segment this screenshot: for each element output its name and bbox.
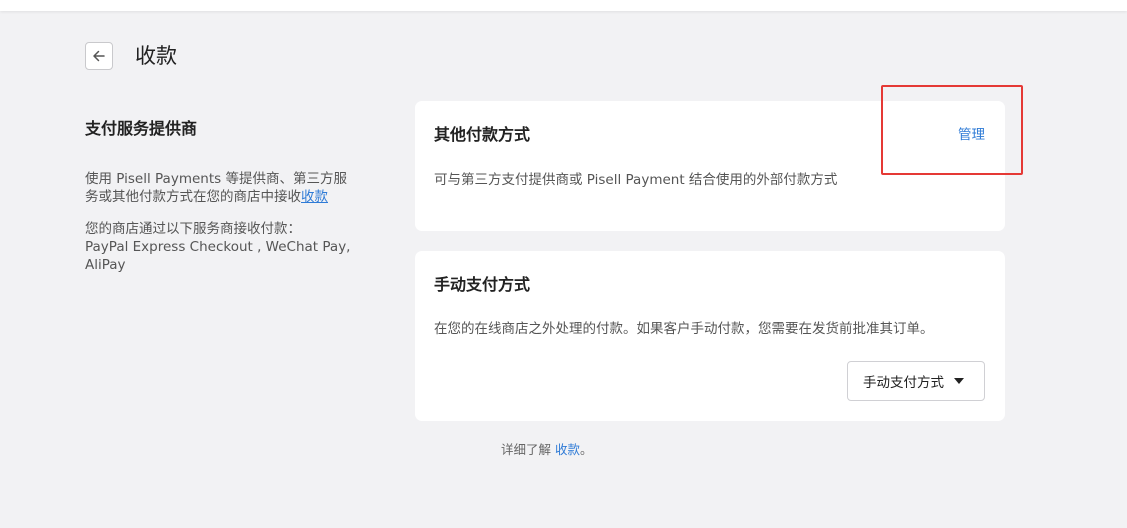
card-title: 手动支付方式 (434, 275, 531, 294)
page-title: 收款 (135, 44, 177, 68)
section-description: 使用 Pisell Payments 等提供商、第三方服务或其他付款方式在您的商… (85, 170, 360, 206)
providers-list: PayPal Express Checkout , WeChat Pay, Al… (85, 239, 351, 273)
providers-info: 您的商店通过以下服务商接收付款： PayPal Express Checkout… (85, 220, 360, 274)
card-title: 其他付款方式 (434, 125, 531, 144)
learn-more-suffix: 。 (580, 442, 593, 457)
payment-providers-section: 支付服务提供商 使用 Pisell Payments 等提供商、第三方服务或其他… (85, 118, 360, 274)
manage-link[interactable]: 管理 (958, 123, 985, 143)
learn-more-text: 详细了解 (501, 442, 555, 457)
caret-down-icon (954, 378, 964, 384)
learn-more-note: 详细了解 收款。 (501, 441, 593, 459)
arrow-left-icon (93, 50, 105, 62)
section-heading: 支付服务提供商 (85, 119, 198, 138)
back-button[interactable] (85, 42, 113, 70)
other-payment-methods-card: 其他付款方式 管理 可与第三方支付提供商或 Pisell Payment 结合使… (415, 101, 1005, 231)
top-bar (0, 0, 1127, 11)
dropdown-label: 手动支付方式 (863, 375, 944, 391)
learn-more-link[interactable]: 收款 (555, 442, 580, 457)
payments-link[interactable]: 收款 (301, 189, 328, 205)
manual-payment-methods-card: 手动支付方式 在您的在线商店之外处理的付款。如果客户手动付款，您需要在发货前批准… (415, 251, 1005, 421)
manual-payment-dropdown[interactable]: 手动支付方式 (847, 361, 985, 401)
providers-intro: 您的商店通过以下服务商接收付款： (85, 221, 301, 237)
card-description: 在您的在线商店之外处理的付款。如果客户手动付款，您需要在发货前批准其订单。 (434, 321, 934, 337)
card-description: 可与第三方支付提供商或 Pisell Payment 结合使用的外部付款方式 (434, 172, 838, 188)
